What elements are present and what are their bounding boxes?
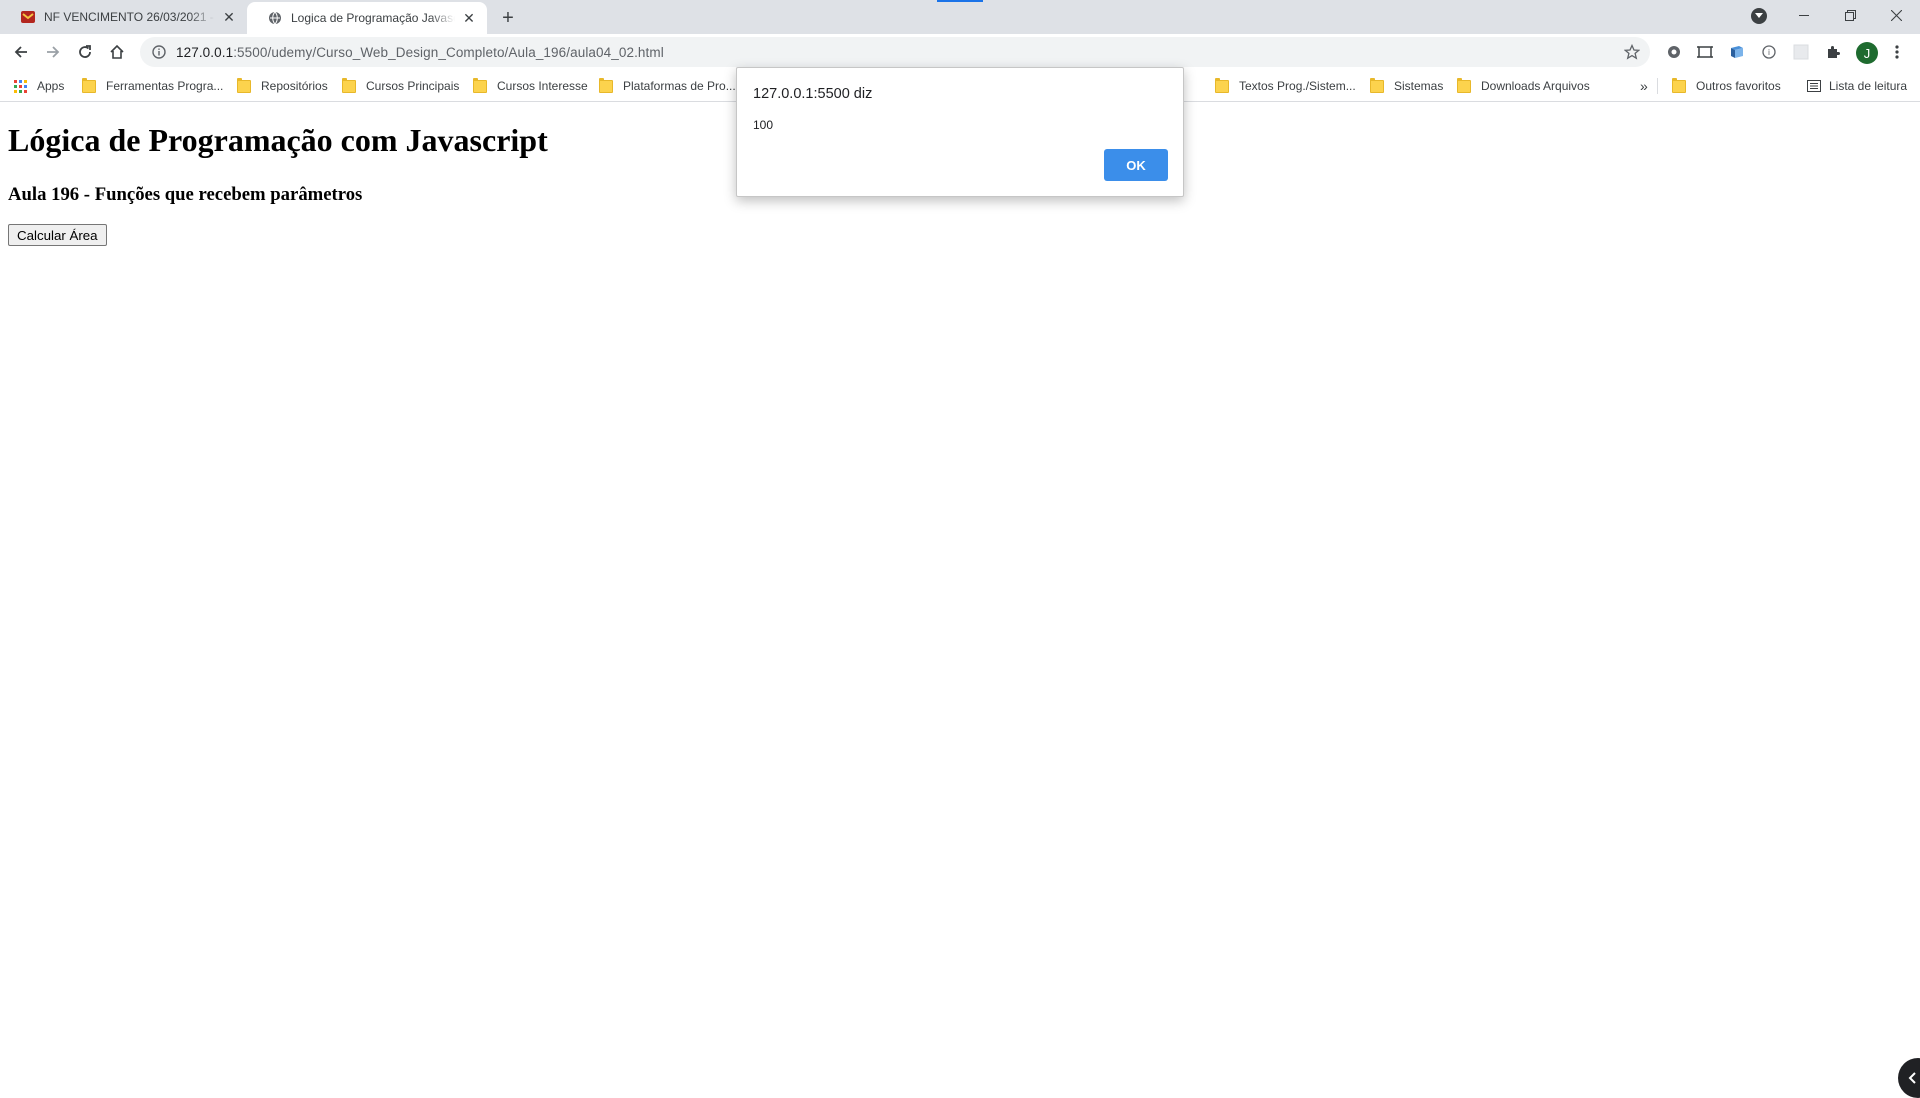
reload-icon[interactable] bbox=[73, 40, 97, 64]
folder-icon bbox=[1672, 77, 1686, 93]
bookmark-other-favorites[interactable]: Outros favoritos bbox=[1672, 77, 1781, 95]
home-icon[interactable] bbox=[105, 40, 129, 64]
alert-message: 100 bbox=[753, 118, 774, 132]
ok-button[interactable]: OK bbox=[1104, 149, 1168, 181]
bookmark-folder[interactable]: Downloads Arquivos bbox=[1457, 77, 1590, 95]
folder-icon bbox=[599, 77, 613, 93]
bookmark-folder[interactable]: Repositórios bbox=[237, 77, 328, 95]
svg-text:i: i bbox=[1768, 48, 1770, 57]
menu-kebab-icon[interactable] bbox=[1887, 42, 1907, 62]
minimize-icon[interactable] bbox=[1781, 0, 1827, 30]
close-tab-icon[interactable]: ✕ bbox=[461, 10, 477, 26]
tab-logica-programacao[interactable]: Logica de Programação Javascript ✕ bbox=[247, 2, 487, 34]
profile-avatar[interactable]: J bbox=[1856, 42, 1878, 64]
folder-icon bbox=[342, 77, 356, 93]
back-icon[interactable] bbox=[9, 40, 33, 64]
globe-icon bbox=[267, 10, 283, 26]
calculate-area-button[interactable]: Calcular Área bbox=[8, 224, 107, 246]
new-tab-button[interactable]: + bbox=[497, 7, 519, 29]
tab-title: NF VENCIMENTO 26/03/2021 - jo bbox=[44, 10, 215, 24]
close-window-icon[interactable] bbox=[1873, 0, 1919, 30]
bookmarks-overflow-button[interactable]: » bbox=[1640, 77, 1648, 95]
blank-extension-icon[interactable] bbox=[1791, 42, 1811, 62]
folder-icon bbox=[1215, 77, 1229, 93]
folder-icon bbox=[1370, 77, 1384, 93]
tab-title: Logica de Programação Javascript bbox=[291, 11, 455, 25]
page-content: Lógica de Programação com Javascript Aul… bbox=[0, 102, 1920, 1098]
restore-icon[interactable] bbox=[1827, 0, 1873, 30]
address-bar[interactable]: 127.0.0.1:5500/udemy/Curso_Web_Design_Co… bbox=[140, 37, 1650, 67]
tab-strip: NF VENCIMENTO 26/03/2021 - jo ✕ Logica d… bbox=[0, 0, 1920, 34]
tab-drag-indicator bbox=[937, 0, 983, 2]
mail-icon bbox=[20, 9, 36, 25]
bookmark-folder[interactable]: Plataformas de Pro... bbox=[599, 77, 736, 95]
bookmarks-divider bbox=[1657, 78, 1658, 94]
extension-settings-icon[interactable] bbox=[1664, 42, 1684, 62]
alert-dialog: 127.0.0.1:5500 diz 100 OK bbox=[736, 67, 1184, 197]
screenshot-extension-icon[interactable] bbox=[1695, 42, 1715, 62]
tab-nf-vencimento[interactable]: NF VENCIMENTO 26/03/2021 - jo ✕ bbox=[0, 0, 247, 34]
alert-title: 127.0.0.1:5500 diz bbox=[753, 86, 873, 102]
apps-grid-icon bbox=[14, 79, 27, 93]
bookmark-star-icon[interactable] bbox=[1623, 43, 1641, 60]
page-title: Lógica de Programação com Javascript bbox=[8, 122, 548, 158]
bookmark-folder[interactable]: Textos Prog./Sistem... bbox=[1215, 77, 1356, 95]
url-text: 127.0.0.1:5500/udemy/Curso_Web_Design_Co… bbox=[176, 44, 664, 60]
page-subtitle: Aula 196 - Funções que recebem parâmetro… bbox=[8, 184, 363, 205]
site-info-icon[interactable] bbox=[152, 45, 166, 59]
forward-icon[interactable] bbox=[41, 40, 65, 64]
folder-icon bbox=[82, 77, 96, 93]
bookmark-reading-list[interactable]: Lista de leitura bbox=[1807, 77, 1907, 95]
extensions-puzzle-icon[interactable] bbox=[1823, 42, 1843, 62]
bookmark-apps[interactable]: Apps bbox=[14, 77, 64, 95]
info-extension-icon[interactable]: i bbox=[1759, 42, 1779, 62]
reading-list-icon bbox=[1807, 80, 1821, 92]
close-tab-icon[interactable]: ✕ bbox=[221, 9, 237, 25]
folder-icon bbox=[1457, 77, 1471, 93]
floating-widget-button[interactable] bbox=[1898, 1058, 1920, 1098]
bookmark-folder[interactable]: Cursos Principais bbox=[342, 77, 459, 95]
tab-search-icon[interactable] bbox=[1751, 8, 1767, 24]
folder-icon bbox=[473, 77, 487, 93]
bookmark-folder[interactable]: Sistemas bbox=[1370, 77, 1443, 95]
browser-toolbar: 127.0.0.1:5500/udemy/Curso_Web_Design_Co… bbox=[0, 34, 1920, 70]
bookmark-folder[interactable]: Cursos Interesse bbox=[473, 77, 588, 95]
book-extension-icon[interactable] bbox=[1727, 42, 1747, 62]
folder-icon bbox=[237, 77, 251, 93]
bookmark-folder[interactable]: Ferramentas Progra... bbox=[82, 77, 223, 95]
